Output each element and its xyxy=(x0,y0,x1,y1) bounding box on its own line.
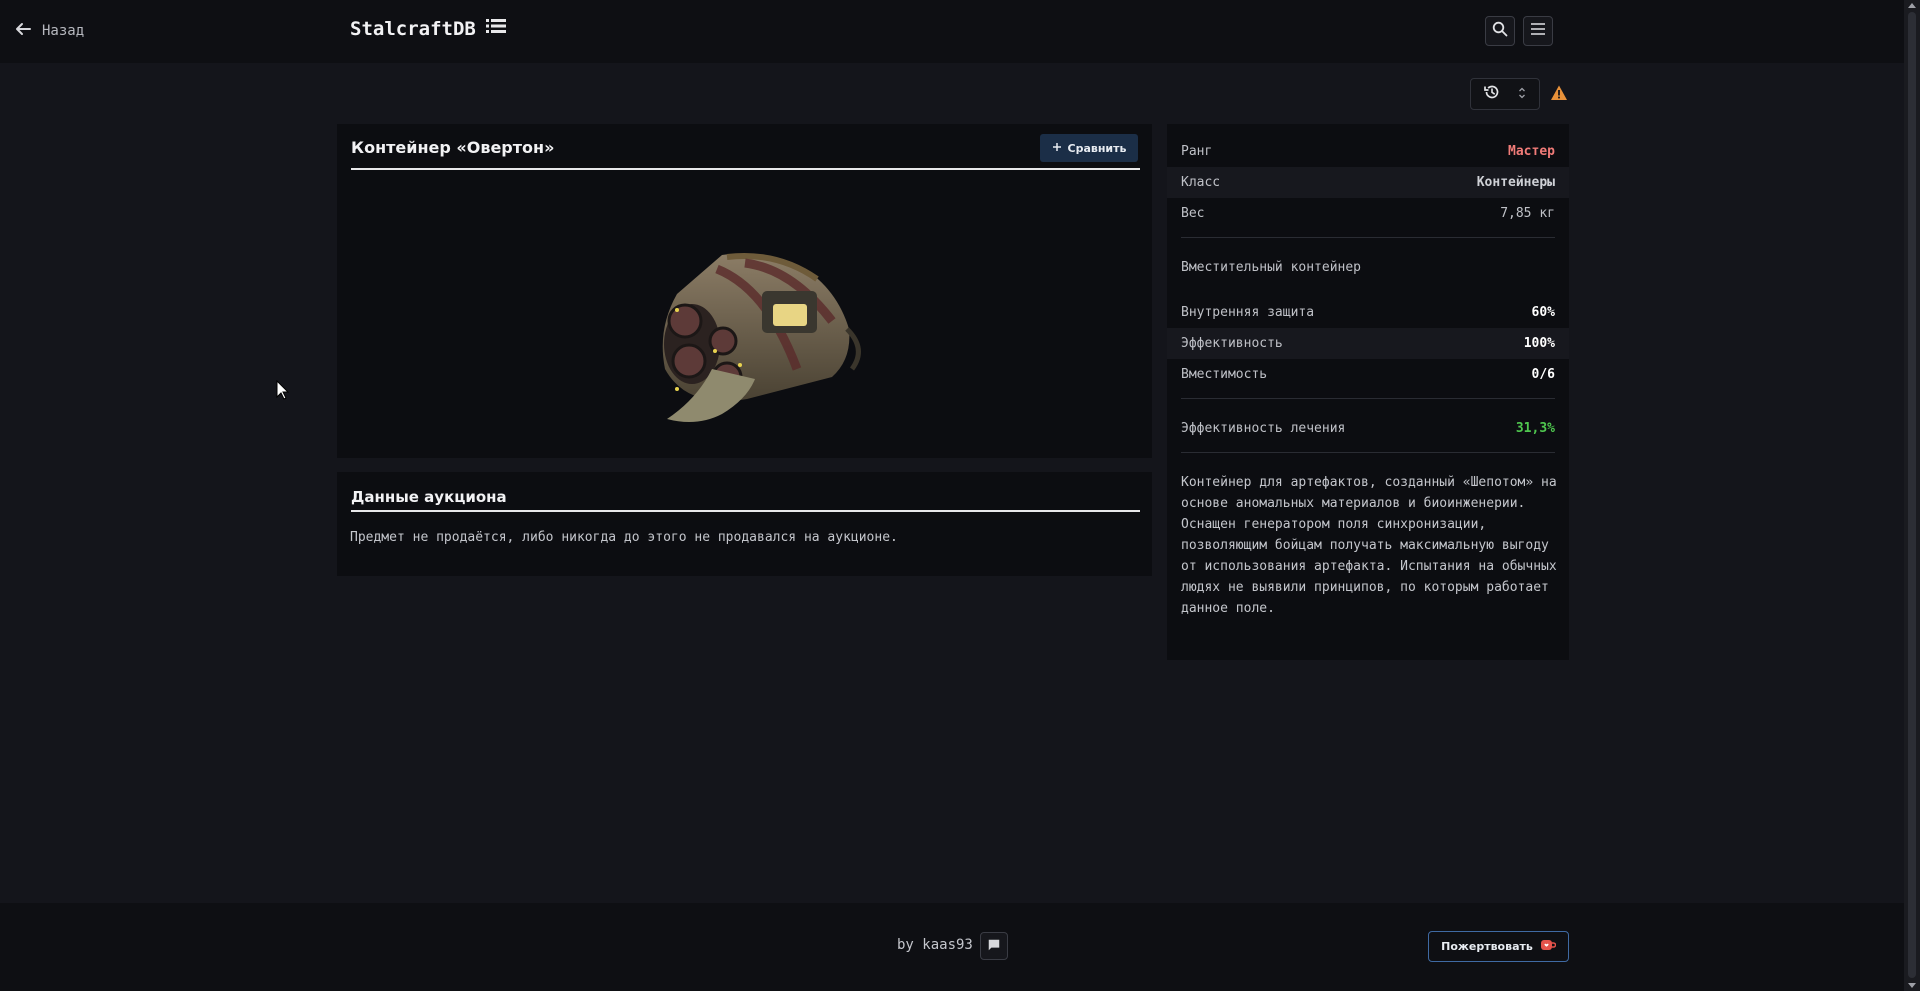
donate-button[interactable]: Пожертвовать xyxy=(1428,931,1569,962)
stat-label: Эффективность лечения xyxy=(1181,421,1346,436)
protection-value: 60% xyxy=(1531,305,1555,320)
heal-value: 31,3% xyxy=(1515,421,1555,436)
stat-protection: Внутренняя защита 60% xyxy=(1167,297,1569,328)
stat-efficiency: Эффективность 100% xyxy=(1167,328,1569,359)
warning-icon[interactable] xyxy=(1550,84,1568,102)
auction-text: Предмет не продаётся, либо никогда до эт… xyxy=(350,530,898,545)
auction-card: Данные аукциона xyxy=(337,472,1152,576)
version-select[interactable] xyxy=(1470,78,1540,110)
stat-heal: Эффективность лечения 31,3% xyxy=(1167,413,1569,444)
stat-label: Вес xyxy=(1181,206,1205,221)
back-link[interactable]: Назад xyxy=(14,20,84,42)
scroll-thumb[interactable] xyxy=(1908,12,1916,978)
capacity-value: 0/6 xyxy=(1531,367,1555,382)
item-image xyxy=(662,252,861,423)
title-underline xyxy=(351,168,1140,170)
scroll-up-arrow[interactable] xyxy=(1908,3,1916,8)
search-button[interactable] xyxy=(1485,16,1515,46)
stat-label: Внутренняя защита xyxy=(1181,305,1315,320)
stat-label: Вместимость xyxy=(1181,367,1268,382)
top-header xyxy=(0,0,1904,63)
class-value: Контейнеры xyxy=(1476,175,1555,190)
menu-button[interactable] xyxy=(1523,16,1553,46)
brand-name: StalcraftDB xyxy=(350,17,476,40)
hamburger-icon xyxy=(1530,21,1546,41)
chat-button[interactable] xyxy=(980,932,1008,960)
list-icon xyxy=(485,17,506,40)
stat-capacity: Вместимость 0/6 xyxy=(1167,359,1569,390)
chat-icon xyxy=(987,937,1001,956)
plus-icon xyxy=(1052,142,1062,155)
stat-label: Класс xyxy=(1181,175,1221,190)
stat-class: Класс Контейнеры xyxy=(1167,167,1569,198)
stat-rank: Ранг Мастер xyxy=(1167,136,1569,167)
weight-value: 7,85 кг xyxy=(1500,206,1555,221)
cup-icon xyxy=(1540,939,1557,954)
history-icon xyxy=(1483,83,1501,105)
divider xyxy=(1181,398,1555,399)
page-scrollbar[interactable] xyxy=(1904,0,1920,991)
rank-value: Мастер xyxy=(1508,144,1555,159)
auction-title: Данные аукциона xyxy=(351,488,507,506)
efficiency-value: 100% xyxy=(1523,336,1555,351)
author-credit: by kaas93 xyxy=(897,937,973,953)
container-subtitle: Вместительный контейнер xyxy=(1181,260,1362,275)
divider xyxy=(1181,452,1555,453)
scroll-down-arrow[interactable] xyxy=(1908,983,1916,988)
mouse-cursor-icon xyxy=(276,380,290,400)
divider xyxy=(1181,237,1555,238)
compare-button[interactable]: Сравнить xyxy=(1040,134,1138,162)
stat-label: Ранг xyxy=(1181,144,1213,159)
back-label: Назад xyxy=(42,23,85,39)
brand-logo[interactable]: StalcraftDB xyxy=(350,17,506,40)
arrow-left-icon xyxy=(14,20,32,42)
stat-label: Эффективность xyxy=(1181,336,1283,351)
auction-underline xyxy=(351,510,1140,512)
stat-weight: Вес 7,85 кг xyxy=(1167,198,1569,229)
search-icon xyxy=(1492,21,1508,41)
stats-panel: Ранг Мастер Класс Контейнеры Вес 7,85 кг… xyxy=(1167,124,1569,660)
stat-subtitle: Вместительный контейнер xyxy=(1167,252,1569,283)
chevron-updown-icon xyxy=(1517,85,1527,104)
item-description: Контейнер для артефактов, созданный «Шеп… xyxy=(1181,475,1557,616)
compare-label: Сравнить xyxy=(1067,141,1127,155)
item-title: Контейнер «Овертон» xyxy=(351,138,555,157)
donate-label: Пожертвовать xyxy=(1441,940,1533,953)
item-card: Контейнер «Овертон» xyxy=(337,124,1152,458)
